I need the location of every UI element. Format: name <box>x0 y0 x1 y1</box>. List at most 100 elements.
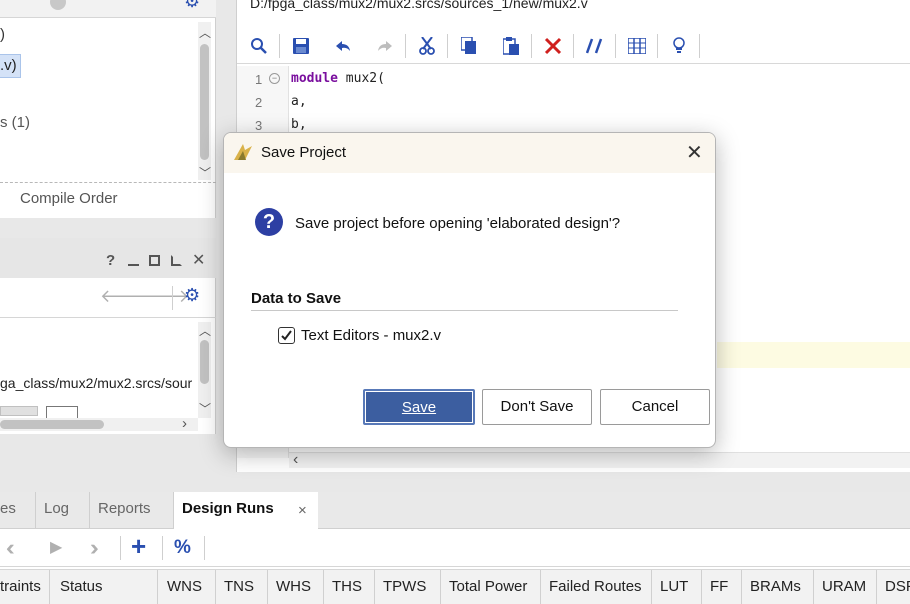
tab-label: Design Runs <box>182 500 274 517</box>
undo-icon[interactable] <box>333 36 353 56</box>
sources-panel: ⚙ ) .v) s (1) ︿ ﹀ Compile Order <box>0 0 216 218</box>
gear-icon[interactable]: ⚙ <box>184 285 200 306</box>
columns-icon[interactable] <box>627 36 647 56</box>
cancel-button[interactable]: Cancel <box>600 389 710 425</box>
maximize-icon[interactable] <box>149 255 160 266</box>
tab-close-icon[interactable]: × <box>298 494 307 528</box>
column-header[interactable]: WNS <box>159 570 216 604</box>
tab-reports[interactable]: Reports <box>90 492 174 528</box>
line-number: 3 <box>255 118 263 133</box>
section-divider <box>251 310 678 311</box>
properties-field-box[interactable] <box>46 406 78 418</box>
sources-tree-item-selected[interactable]: .v) <box>0 54 21 78</box>
cut-icon[interactable] <box>417 36 437 56</box>
toolbar-separator <box>279 34 280 58</box>
properties-field <box>0 406 38 416</box>
column-header[interactable]: traints <box>0 570 50 604</box>
copy-icon[interactable] <box>459 36 479 56</box>
minimize-icon[interactable] <box>128 264 139 266</box>
float-icon[interactable] <box>171 255 182 266</box>
percent-icon[interactable]: % <box>174 537 191 559</box>
redo-icon[interactable] <box>375 36 395 56</box>
sources-tree-item[interactable]: ) <box>0 26 5 43</box>
scroll-left-icon[interactable]: ‹ <box>293 451 298 469</box>
column-header[interactable]: Status <box>52 570 158 604</box>
properties-scrollbar[interactable]: ︿ ﹀ <box>198 322 211 418</box>
help-icon[interactable]: ? <box>106 252 115 269</box>
dialog-titlebar: Save Project ✕ <box>224 133 715 173</box>
question-icon: ? <box>255 208 283 236</box>
column-header[interactable]: WHS <box>268 570 324 604</box>
toolbar-separator <box>405 34 406 58</box>
tab-sources[interactable]: es <box>0 492 36 528</box>
properties-hscrollbar[interactable]: › <box>0 415 198 432</box>
dont-save-button[interactable]: Don't Save <box>482 389 592 425</box>
code-text: mux2( <box>337 71 385 86</box>
code-line: module mux2( <box>291 71 385 86</box>
tab-design-runs[interactable]: Design Runs × <box>174 492 318 530</box>
search-icon[interactable] <box>249 36 269 56</box>
sources-tree-item[interactable]: s (1) <box>0 114 30 131</box>
toolbar-separator <box>172 286 173 310</box>
toolbar-separator <box>657 34 658 58</box>
checkbox-label[interactable]: Text Editors - mux2.v <box>301 327 441 344</box>
toolbar-separator <box>531 34 532 58</box>
run-icon[interactable]: ▶ <box>50 537 62 557</box>
delete-icon[interactable] <box>543 36 563 56</box>
column-header[interactable]: TNS <box>216 570 268 604</box>
tab-log[interactable]: Log <box>36 492 90 528</box>
scroll-down-icon[interactable]: ﹀ <box>199 164 211 181</box>
close-icon[interactable]: ✕ <box>192 250 205 270</box>
status-dot-icon <box>50 0 66 10</box>
properties-path: ga_class/mux2/mux2.srcs/sour <box>0 375 193 391</box>
save-project-dialog: Save Project ✕ ? Save project before ope… <box>223 132 716 448</box>
paste-icon[interactable] <box>501 36 521 56</box>
editor-hscrollbar[interactable]: ‹ <box>289 451 910 469</box>
column-header[interactable]: BRAMs <box>742 570 814 604</box>
toolbar-separator <box>573 34 574 58</box>
dialog-close-icon[interactable]: ✕ <box>686 140 703 165</box>
scroll-up-icon[interactable]: ︿ <box>199 322 211 339</box>
forward-arrow-icon[interactable]: 🡒 <box>141 286 189 307</box>
column-header[interactable]: Failed Routes <box>541 570 652 604</box>
dialog-message: Save project before opening 'elaborated … <box>295 215 621 232</box>
save-icon[interactable] <box>291 36 311 56</box>
text-editors-checkbox[interactable] <box>278 327 295 344</box>
comment-toggle-icon[interactable] <box>585 36 605 56</box>
toolbar-separator <box>162 536 163 560</box>
sources-scrollbar[interactable]: ︿ ﹀ <box>198 22 211 180</box>
vivado-logo-icon <box>233 142 253 165</box>
scroll-thumb[interactable] <box>200 340 209 384</box>
code-line: a, <box>291 94 307 109</box>
toolbar-separator <box>615 34 616 58</box>
column-header[interactable]: DSP <box>877 570 910 604</box>
lightbulb-icon[interactable] <box>669 36 689 56</box>
current-line-highlight <box>717 342 910 368</box>
scroll-right-icon[interactable]: › <box>182 415 187 432</box>
column-header[interactable]: LUT <box>652 570 702 604</box>
section-title: Data to Save <box>251 290 342 307</box>
save-button[interactable]: Save <box>363 389 475 425</box>
runs-table-header: traints Status WNS TNS WHS THS TPWS Tota… <box>0 569 910 604</box>
column-header[interactable]: THS <box>324 570 375 604</box>
column-header[interactable]: Total Power <box>441 570 541 604</box>
fold-toggle-icon[interactable]: − <box>269 73 280 84</box>
sources-divider <box>0 182 216 183</box>
bottom-panel: es Log Reports Design Runs × ‹‹ ▶ ›› + %… <box>0 492 910 604</box>
hscroll-thumb[interactable] <box>0 420 104 429</box>
toolbar-separator <box>699 34 700 58</box>
scroll-down-icon[interactable]: ﹀ <box>199 400 211 417</box>
scroll-up-icon[interactable]: ︿ <box>199 24 211 41</box>
sources-toolbar: ⚙ <box>0 0 216 18</box>
expand-all-icon[interactable]: ›› <box>90 535 98 561</box>
column-header[interactable]: FF <box>702 570 742 604</box>
dialog-title: Save Project <box>261 144 347 161</box>
gear-icon[interactable]: ⚙ <box>184 0 202 10</box>
tab-compile-order[interactable]: Compile Order <box>20 190 118 207</box>
scroll-thumb[interactable] <box>200 44 209 160</box>
collapse-all-icon[interactable]: ‹‹ <box>6 535 14 561</box>
add-icon[interactable]: + <box>131 531 146 562</box>
line-number: 2 <box>255 95 263 110</box>
column-header[interactable]: URAM <box>814 570 877 604</box>
column-header[interactable]: TPWS <box>375 570 441 604</box>
